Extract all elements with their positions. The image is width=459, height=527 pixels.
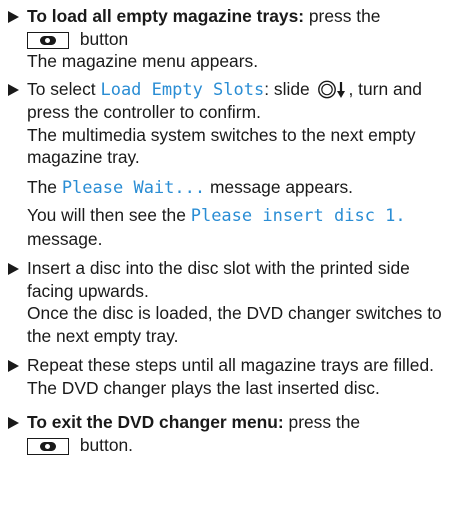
bullet-triangle-icon (8, 417, 19, 429)
display-text: Load Empty Slots (100, 79, 265, 100)
please-wait-line: The Please Wait... message appears. (27, 176, 354, 198)
bullet-triangle-icon (8, 360, 19, 372)
controller-slide-down-icon (317, 80, 345, 98)
step-result: The multimedia system switches to the ne… (27, 124, 416, 168)
step-load-trays: To load all empty magazine trays: press … (6, 5, 452, 73)
display-text: Please insert disc 1. (190, 206, 406, 226)
step-result: The DVD changer plays the last inserted … (27, 377, 380, 398)
step-lead: To load all empty magazine trays: (27, 6, 305, 26)
step-result: The magazine menu appears. (27, 51, 259, 71)
step-exit-menu: To exit the DVD changer menu: press the … (6, 411, 452, 456)
step-repeat: Repeat these steps until all magazine tr… (6, 354, 452, 399)
please-insert-line: You will then see the Please insert disc… (27, 205, 406, 249)
step-text: Insert a disc into the disc slot with th… (27, 258, 410, 301)
display-text: Please Wait... (61, 177, 206, 198)
step-insert-disc: Insert a disc into the disc slot with th… (6, 257, 452, 347)
step-select-load-empty-slots: To select Load Empty Slots: slide , turn… (6, 78, 452, 169)
step-lead: To exit the DVD changer menu: (27, 412, 284, 432)
step-text: Repeat these steps until all magazine tr… (27, 355, 434, 375)
bullet-triangle-icon (8, 263, 19, 275)
instruction-page: To load all empty magazine trays: press … (6, 5, 452, 456)
media-button-icon (27, 437, 69, 455)
step-messages: The Please Wait... message appears. You … (6, 176, 452, 251)
media-button-icon (27, 31, 69, 49)
step-result: Once the disc is loaded, the DVD changer… (27, 303, 442, 346)
bullet-triangle-icon (8, 83, 19, 96)
bullet-triangle-icon (8, 11, 19, 23)
